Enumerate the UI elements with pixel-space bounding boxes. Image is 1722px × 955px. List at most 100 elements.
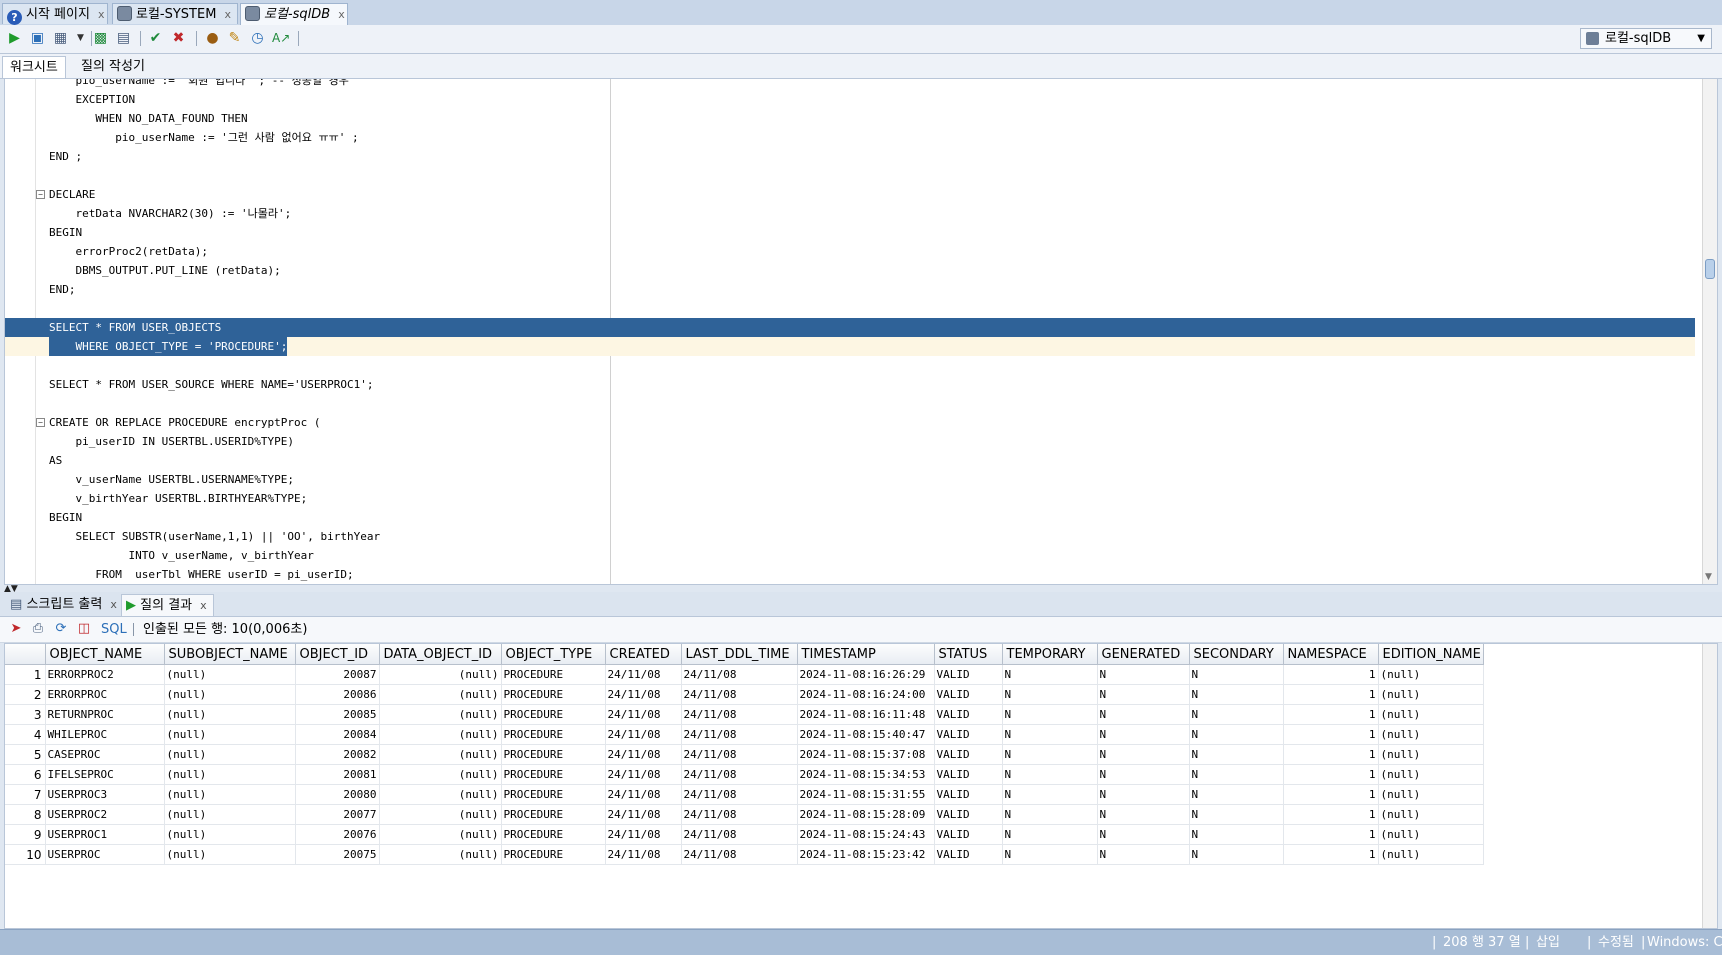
commit-transaction-icon[interactable]: ✔ — [147, 30, 164, 47]
table-cell[interactable]: VALID — [934, 764, 1003, 785]
code-line[interactable]: FROM userTbl WHERE userID = pi_userID; — [5, 565, 1695, 584]
table-cell[interactable]: USERPROC3 — [45, 784, 165, 805]
table-cell[interactable]: 20085 — [295, 704, 380, 725]
table-cell[interactable]: N — [1097, 764, 1190, 785]
table-cell[interactable]: VALID — [934, 744, 1003, 765]
fold-toggle-icon[interactable]: − — [36, 418, 45, 427]
table-cell[interactable]: N — [1189, 844, 1284, 865]
table-cell[interactable]: PROCEDURE — [501, 824, 606, 845]
code-line[interactable] — [5, 394, 1695, 413]
table-cell[interactable]: (null) — [379, 684, 502, 705]
code-line[interactable]: END; — [5, 280, 1695, 299]
table-cell[interactable]: 20080 — [295, 784, 380, 805]
table-cell[interactable]: 24/11/08 — [605, 804, 682, 825]
table-row[interactable]: 10 USERPROC (null) 20075 (null) PROCEDURE 24/1… — [5, 844, 1484, 865]
table-cell[interactable]: 20081 — [295, 764, 380, 785]
table-cell[interactable]: (null) — [164, 804, 296, 825]
row-number[interactable]: 5 — [5, 744, 46, 765]
table-cell[interactable]: 24/11/08 — [681, 684, 798, 705]
table-cell[interactable]: 1 — [1283, 844, 1379, 865]
table-cell[interactable]: (null) — [164, 744, 296, 765]
row-number[interactable]: 6 — [5, 764, 46, 785]
table-cell[interactable]: 1 — [1283, 704, 1379, 725]
table-cell[interactable]: 20087 — [295, 664, 380, 685]
table-cell[interactable]: VALID — [934, 724, 1003, 745]
delete-rows-icon[interactable]: ◫ — [76, 621, 92, 637]
code-line[interactable]: END ; — [5, 147, 1695, 166]
table-cell[interactable]: VALID — [934, 844, 1003, 865]
tab-start-page[interactable]: ? 시작 페이지 x — [2, 3, 108, 25]
table-row[interactable]: 3 RETURNPROC (null) 20085 (null) PROCEDURE 24/… — [5, 704, 1484, 725]
table-cell[interactable]: IFELSEPROC — [45, 764, 165, 785]
code-line[interactable]: DBMS_OUTPUT.PUT_LINE (retData); — [5, 261, 1695, 280]
code-line[interactable]: BEGIN — [5, 223, 1695, 242]
table-cell[interactable]: 2024-11-08:15:37:08 — [797, 744, 935, 765]
table-cell[interactable]: N — [1002, 764, 1098, 785]
query-result-grid[interactable]: OBJECT_NAME SUBOBJECT_NAME OBJECT_ID DATA_O… — [4, 643, 1718, 929]
column-header[interactable]: OBJECT_NAME — [45, 644, 165, 665]
row-number[interactable]: 3 — [5, 704, 46, 725]
tab-query-builder[interactable]: 질의 작성기 — [74, 56, 152, 78]
commit-icon[interactable]: ▦ — [52, 30, 69, 47]
table-cell[interactable]: 24/11/08 — [605, 684, 682, 705]
table-cell[interactable]: 20086 — [295, 684, 380, 705]
table-cell[interactable]: N — [1189, 824, 1284, 845]
table-cell[interactable]: N — [1002, 784, 1098, 805]
column-header[interactable]: EDITION_NAME — [1378, 644, 1484, 665]
grid-vertical-scrollbar[interactable] — [1702, 644, 1717, 928]
code-line[interactable]: WHERE OBJECT_TYPE = 'PROCEDURE'; — [5, 337, 1695, 356]
table-cell[interactable]: N — [1002, 744, 1098, 765]
column-header[interactable]: OBJECT_ID — [295, 644, 380, 665]
table-cell[interactable]: VALID — [934, 824, 1003, 845]
table-cell[interactable]: (null) — [1378, 844, 1484, 865]
table-row[interactable]: 4 WHILEPROC (null) 20084 (null) PROCEDURE 24/1… — [5, 724, 1484, 745]
table-cell[interactable]: (null) — [164, 784, 296, 805]
code-line[interactable]: SELECT * FROM USER_OBJECTS — [5, 318, 1695, 337]
table-cell[interactable]: PROCEDURE — [501, 664, 606, 685]
table-cell[interactable]: N — [1097, 704, 1190, 725]
table-cell[interactable]: 2024-11-08:15:23:42 — [797, 844, 935, 865]
table-cell[interactable]: 2024-11-08:15:40:47 — [797, 724, 935, 745]
connection-select[interactable]: 로컬-sqlDB ▼ — [1580, 28, 1712, 49]
sql-tuning-icon[interactable]: ● — [204, 30, 221, 47]
table-cell[interactable]: N — [1189, 744, 1284, 765]
table-cell[interactable]: 2024-11-08:16:11:48 — [797, 704, 935, 725]
table-cell[interactable]: 24/11/08 — [605, 724, 682, 745]
column-header[interactable]: STATUS — [934, 644, 1003, 665]
close-icon[interactable]: x — [224, 8, 231, 21]
table-cell[interactable]: ERRORPROC2 — [45, 664, 165, 685]
code-line[interactable]: WHEN NO_DATA_FOUND THEN — [5, 109, 1695, 128]
dropdown-arrow-icon[interactable]: ▼ — [72, 30, 89, 47]
table-cell[interactable]: 1 — [1283, 764, 1379, 785]
code-line[interactable]: EXCEPTION — [5, 90, 1695, 109]
table-cell[interactable]: 1 — [1283, 724, 1379, 745]
table-cell[interactable]: 24/11/08 — [681, 784, 798, 805]
table-cell[interactable]: VALID — [934, 784, 1003, 805]
row-number[interactable]: 2 — [5, 684, 46, 705]
table-cell[interactable]: 24/11/08 — [605, 704, 682, 725]
table-cell[interactable]: 24/11/08 — [605, 664, 682, 685]
code-line[interactable] — [5, 166, 1695, 185]
table-row[interactable]: 2 ERRORPROC (null) 20086 (null) PROCEDURE 24/1… — [5, 684, 1484, 705]
table-cell[interactable]: 24/11/08 — [681, 764, 798, 785]
table-cell[interactable]: PROCEDURE — [501, 744, 606, 765]
table-cell[interactable]: (null) — [379, 664, 502, 685]
code-line[interactable] — [5, 299, 1695, 318]
close-icon[interactable]: x — [98, 8, 105, 21]
table-cell[interactable]: (null) — [379, 824, 502, 845]
table-cell[interactable]: 24/11/08 — [681, 664, 798, 685]
table-cell[interactable]: N — [1097, 744, 1190, 765]
row-number[interactable]: 4 — [5, 724, 46, 745]
explain-plan-icon[interactable]: ▩ — [92, 30, 109, 47]
code-line[interactable]: AS — [5, 451, 1695, 470]
run-script-icon[interactable]: ▣ — [29, 30, 46, 47]
table-cell[interactable]: 24/11/08 — [681, 824, 798, 845]
table-cell[interactable]: 20076 — [295, 824, 380, 845]
code-line[interactable]: retData NVARCHAR2(30) := '나몰라'; — [5, 204, 1695, 223]
column-header[interactable]: DATA_OBJECT_ID — [379, 644, 502, 665]
table-row[interactable]: 5 CASEPROC (null) 20082 (null) PROCEDURE 24/11… — [5, 744, 1484, 765]
table-cell[interactable]: 2024-11-08:16:24:00 — [797, 684, 935, 705]
table-cell[interactable]: (null) — [379, 764, 502, 785]
table-cell[interactable]: (null) — [164, 664, 296, 685]
table-cell[interactable]: (null) — [164, 684, 296, 705]
